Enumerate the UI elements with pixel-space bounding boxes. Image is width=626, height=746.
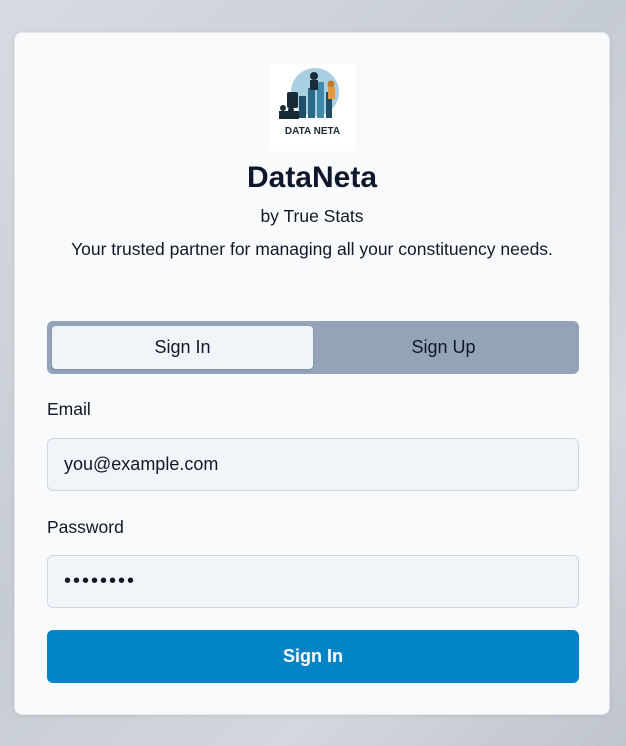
app-title: DataNeta — [246, 161, 378, 194]
logo-text: DATA NETA — [285, 126, 340, 137]
email-label: Email — [47, 399, 91, 419]
email-field[interactable] — [47, 438, 579, 491]
dataneta-logo: DATA NETA — [269, 64, 356, 151]
password-label: Password — [47, 517, 124, 537]
tab-sign-in[interactable]: Sign In — [52, 326, 313, 369]
sign-in-button[interactable]: Sign In — [47, 630, 579, 683]
auth-tabs: Sign In Sign Up — [47, 321, 579, 374]
tab-sign-up[interactable]: Sign Up — [313, 326, 574, 369]
app-byline: by True Stats — [260, 206, 364, 226]
password-field[interactable] — [47, 555, 579, 608]
dataneta-logo-graphic: DATA NETA — [279, 68, 340, 137]
auth-card: DATA NETA DataNeta by True Stats Your tr… — [14, 32, 610, 715]
app-tagline: Your trusted partner for managing all yo… — [71, 239, 553, 259]
